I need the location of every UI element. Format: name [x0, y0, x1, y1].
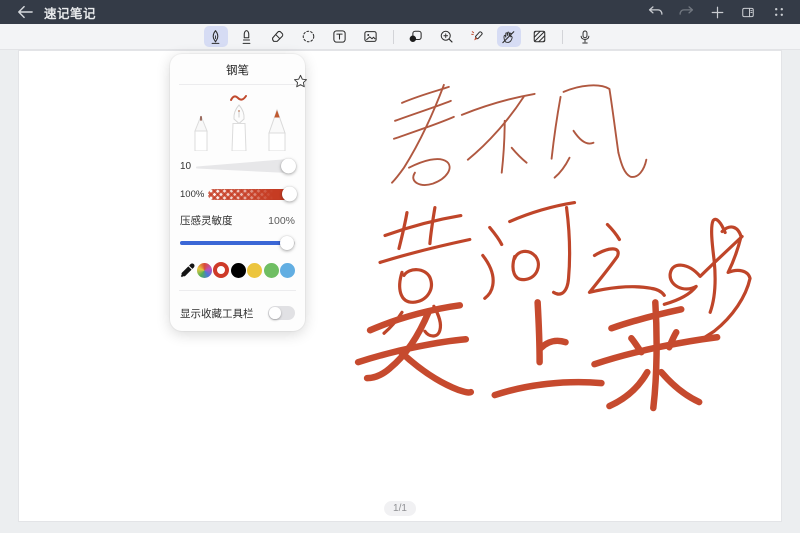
titlebar: 速记笔记 — [0, 0, 800, 24]
eyedropper-icon[interactable] — [180, 263, 195, 278]
pen-panel-title: 钢笔 — [170, 54, 305, 84]
opacity-slider-knob[interactable] — [282, 187, 297, 202]
tool-fountain-pen[interactable] — [204, 26, 228, 47]
plus-icon — [710, 5, 725, 20]
shapes-icon — [408, 29, 423, 44]
fountain-pen-icon — [208, 29, 223, 45]
tool-crayon[interactable] — [466, 26, 490, 47]
pressure-slider-row — [170, 234, 305, 252]
tool-marker-pen[interactable] — [235, 26, 259, 47]
favorites-toggle-row: 显示收藏工具栏 — [170, 299, 305, 327]
handwriting-line-2 — [380, 203, 750, 341]
handwriting-line-1 — [392, 85, 646, 185]
drawing-toolbar — [0, 24, 800, 50]
undo-icon — [647, 5, 664, 19]
redo-icon — [678, 5, 695, 19]
add-page-button[interactable] — [706, 3, 728, 21]
document-title: 速记笔记 — [44, 3, 96, 22]
swatch-blue[interactable] — [280, 263, 295, 278]
lasso-icon — [301, 29, 316, 44]
tool-lasso-select[interactable] — [297, 26, 321, 47]
workspace: 1/1 钢笔 — [0, 50, 800, 533]
toolbar-separator — [393, 30, 394, 44]
pressure-slider-fill — [180, 241, 287, 245]
opacity-value: 100% — [180, 189, 208, 200]
undo-button[interactable] — [644, 3, 666, 21]
microphone-icon — [578, 29, 592, 45]
panel-divider — [179, 84, 296, 85]
tool-eraser[interactable] — [266, 26, 290, 47]
back-button[interactable] — [14, 3, 36, 21]
stroke-size-row: 10 — [170, 155, 305, 177]
tool-magnifier[interactable] — [435, 26, 459, 47]
tool-voice-record[interactable] — [573, 26, 597, 47]
handwriting-line-3 — [358, 302, 717, 408]
pressure-slider[interactable] — [180, 241, 295, 245]
handwriting-ink — [19, 51, 781, 522]
back-arrow-icon — [17, 5, 33, 19]
pen-settings-panel: 钢笔 — [170, 54, 305, 331]
redo-button[interactable] — [675, 3, 697, 21]
swatch-black[interactable] — [231, 263, 246, 278]
paper-pattern-icon — [532, 29, 547, 44]
eraser-icon — [270, 29, 285, 44]
pen-type-fountain-selected[interactable] — [231, 96, 246, 151]
more-dots-icon — [772, 5, 786, 19]
text-icon — [332, 29, 347, 44]
tool-text[interactable] — [328, 26, 352, 47]
magnifier-plus-icon — [439, 29, 454, 44]
note-page-canvas[interactable]: 1/1 — [18, 50, 782, 522]
stroke-size-slider[interactable] — [196, 157, 295, 175]
crayon-icon — [470, 29, 485, 44]
favorites-toggle-label: 显示收藏工具栏 — [180, 306, 254, 321]
pen-type-selector — [180, 87, 295, 151]
swatch-yellow[interactable] — [247, 263, 262, 278]
panel-divider — [179, 290, 296, 291]
pressure-slider-knob[interactable] — [280, 236, 294, 250]
tool-shapes[interactable] — [404, 26, 428, 47]
favorites-toggle-switch[interactable] — [268, 306, 295, 320]
pressure-row: 压感灵敏度 100% — [170, 213, 305, 228]
pen-type-ballpoint[interactable] — [195, 117, 207, 152]
opacity-slider[interactable] — [208, 185, 295, 203]
tool-palm-rejection[interactable] — [497, 26, 521, 47]
pressure-value: 100% — [268, 215, 295, 227]
toolbar-separator — [562, 30, 563, 44]
toggle-knob — [269, 307, 281, 319]
swatch-green[interactable] — [264, 263, 279, 278]
marker-pen-icon — [239, 29, 254, 45]
page-indicator: 1/1 — [384, 501, 416, 516]
image-icon — [363, 29, 378, 44]
stroke-size-value: 10 — [180, 161, 196, 172]
page-manager-icon — [740, 5, 756, 20]
page-manager-button[interactable] — [737, 3, 759, 21]
opacity-row: 100% — [170, 183, 305, 205]
tool-insert-image[interactable] — [359, 26, 383, 47]
more-options-button[interactable] — [768, 3, 790, 21]
tool-paper-style[interactable] — [528, 26, 552, 47]
color-swatch-row — [170, 259, 305, 281]
pen-type-pencil[interactable] — [269, 110, 285, 151]
palm-rejection-hand-icon — [501, 29, 516, 45]
size-slider-knob[interactable] — [281, 159, 296, 174]
swatch-color-wheel[interactable] — [197, 263, 212, 278]
pressure-label: 压感灵敏度 — [180, 213, 233, 228]
swatch-red-selected[interactable] — [213, 262, 229, 278]
